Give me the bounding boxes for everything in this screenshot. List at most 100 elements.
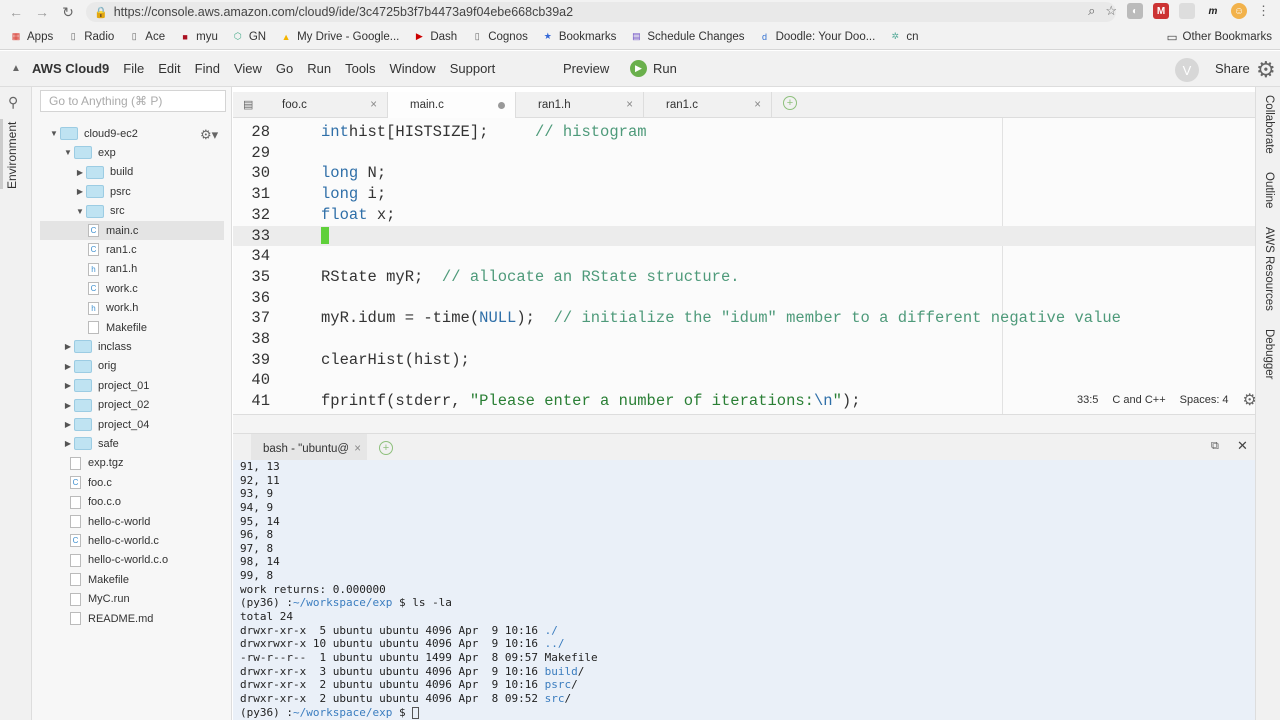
tree-item-hello-c-world-c-o[interactable]: hello-c-world.c.o	[70, 551, 168, 570]
back-icon[interactable]: ←	[5, 1, 27, 23]
expand-arrow-icon[interactable]: ▼	[62, 148, 74, 157]
expand-arrow-icon[interactable]: ▶	[62, 401, 74, 410]
bookmark-5[interactable]: ▲ My Drive - Google...	[280, 31, 400, 43]
bookmark-2[interactable]: ▯ Ace	[128, 31, 165, 43]
blank-extension-icon[interactable]	[1179, 3, 1195, 19]
bookmark-8[interactable]: ★ Bookmarks	[542, 31, 617, 43]
brand-menu[interactable]: AWS Cloud9	[32, 61, 109, 76]
goto-anything-input[interactable]: Go to Anything (⌘ P)	[40, 90, 226, 112]
tree-item-orig[interactable]: ▶ orig	[62, 357, 116, 376]
add-tab-icon[interactable]: +	[783, 96, 797, 110]
expand-arrow-icon[interactable]: ▶	[62, 420, 74, 429]
tree-item-foo-c[interactable]: Cfoo.c	[70, 473, 112, 492]
tree-item-safe[interactable]: ▶ safe	[62, 434, 119, 453]
avatar[interactable]: V	[1175, 58, 1199, 82]
tree-item-ran1-c[interactable]: Cran1.c	[88, 240, 137, 259]
bookmark-9[interactable]: ▤ Schedule Changes	[630, 31, 744, 43]
tree-item-makefile[interactable]: Makefile	[88, 318, 147, 337]
share-button[interactable]: Share	[1215, 61, 1250, 76]
bookmark-0[interactable]: ▦ Apps	[10, 31, 53, 43]
expand-arrow-icon[interactable]: ▶	[62, 342, 74, 351]
code-editor[interactable]: 28 inthist[HISTSIZE]; // histogram 29 30 lon…	[233, 118, 1255, 414]
menu-find[interactable]: Find	[195, 61, 220, 76]
menu-support[interactable]: Support	[450, 61, 496, 76]
other-bookmarks[interactable]: ▭ Other Bookmarks	[1167, 30, 1272, 44]
reload-icon[interactable]: ↻	[57, 1, 79, 23]
close-tab-icon[interactable]: ×	[370, 92, 377, 118]
maximize-icon[interactable]: ⧉	[1211, 440, 1219, 453]
tree-item-project-01[interactable]: ▶ project_01	[62, 376, 149, 395]
expand-arrow-icon[interactable]: ▶	[62, 381, 74, 390]
tab-foo-c[interactable]: foo.c ×	[260, 92, 388, 118]
tree-item-foo-c-o[interactable]: foo.c.o	[70, 493, 121, 512]
tree-item-myc-run[interactable]: MyC.run	[70, 590, 130, 609]
star-icon[interactable]: ☆	[1105, 3, 1117, 19]
menu-file[interactable]: File	[123, 61, 144, 76]
m-extension-icon[interactable]: m	[1205, 3, 1221, 19]
tree-item-main-c[interactable]: Cmain.c	[40, 221, 224, 240]
bookmark-1[interactable]: ▯ Radio	[67, 31, 115, 43]
run-button[interactable]: ▶ Run	[630, 60, 677, 77]
bookmark-3[interactable]: ■ myu	[179, 31, 217, 43]
menu-go[interactable]: Go	[276, 61, 293, 76]
menu-icon[interactable]: ⋮	[1257, 3, 1270, 19]
close-panel-icon[interactable]: ✕	[1237, 438, 1248, 454]
panel-splitter[interactable]	[233, 414, 1255, 434]
collapse-menu-icon[interactable]: ▲	[0, 63, 32, 74]
bookmark-10[interactable]: d Doodle: Your Doo...	[759, 31, 875, 43]
terminal-tab[interactable]: bash - "ubuntu@ ×	[251, 434, 367, 460]
right-tab-debugger[interactable]: Debugger	[1263, 329, 1275, 380]
tree-item-build[interactable]: ▶ build	[74, 163, 133, 182]
bookmark-7[interactable]: ▯ Cognos	[471, 31, 528, 43]
tree-item-hello-c-world[interactable]: hello-c-world	[70, 512, 150, 531]
extension-icon[interactable]: ◐	[1127, 3, 1143, 19]
expand-arrow-icon[interactable]: ▶	[74, 168, 86, 177]
preview-button[interactable]: Preview	[563, 61, 609, 76]
bookmark-6[interactable]: ▶ Dash	[413, 31, 457, 43]
tree-item-src[interactable]: ▼ src	[74, 202, 125, 221]
terminal[interactable]: 91, 13 92, 11 93, 9 94, 9 95, 14 96, 8 97, 8 98…	[233, 460, 1255, 720]
expand-arrow-icon[interactable]: ▼	[74, 207, 86, 216]
tab-main-c[interactable]: main.c	[388, 92, 516, 118]
tree-item-work-c[interactable]: Cwork.c	[88, 279, 138, 298]
search-icon[interactable]: ⚲	[8, 94, 18, 111]
zoom-icon[interactable]: ⌕	[1088, 3, 1095, 19]
close-tab-icon[interactable]: ×	[626, 92, 633, 118]
expand-arrow-icon[interactable]: ▶	[62, 439, 74, 448]
tree-item-project-02[interactable]: ▶ project_02	[62, 396, 149, 415]
cursor-position[interactable]: 33:5	[1077, 394, 1098, 406]
indent-setting[interactable]: Spaces: 4	[1180, 394, 1229, 406]
tree-item-psrc[interactable]: ▶ psrc	[74, 182, 131, 201]
menu-edit[interactable]: Edit	[158, 61, 180, 76]
tree-item-ran1-h[interactable]: h ran1.h	[88, 260, 137, 279]
tree-settings-gear-icon[interactable]: ⚙▾	[200, 127, 218, 143]
expand-arrow-icon[interactable]: ▼	[48, 129, 60, 138]
tree-item-project-04[interactable]: ▶ project_04	[62, 415, 149, 434]
tree-item-exp[interactable]: ▼ exp	[62, 143, 116, 162]
gmail-extension-icon[interactable]: M	[1153, 3, 1169, 19]
bookmark-11[interactable]: ✲ cn	[889, 31, 919, 43]
menu-window[interactable]: Window	[389, 61, 435, 76]
tree-item-exp-tgz[interactable]: exp.tgz	[70, 454, 123, 473]
forward-icon[interactable]: →	[31, 1, 53, 23]
close-tab-icon[interactable]: ×	[754, 92, 761, 118]
menu-view[interactable]: View	[234, 61, 262, 76]
tree-item-inclass[interactable]: ▶ inclass	[62, 337, 132, 356]
right-tab-outline[interactable]: Outline	[1263, 172, 1275, 208]
tree-item-cloud9-ec2[interactable]: ▼ cloud9-ec2	[48, 124, 138, 143]
menu-tools[interactable]: Tools	[345, 61, 375, 76]
expand-arrow-icon[interactable]: ▶	[74, 187, 86, 196]
profile-icon[interactable]: ☺	[1231, 3, 1247, 19]
add-terminal-icon[interactable]: +	[379, 441, 393, 455]
tab-ran1-h[interactable]: ran1.h ×	[516, 92, 644, 118]
menu-run[interactable]: Run	[307, 61, 331, 76]
tree-item-makefile[interactable]: Makefile	[70, 570, 129, 589]
right-tab-collaborate[interactable]: Collaborate	[1263, 95, 1275, 154]
tree-item-work-h[interactable]: h work.h	[88, 299, 138, 318]
address-bar[interactable]: 🔒 https://console.aws.amazon.com/cloud9/…	[86, 2, 1116, 22]
tab-ran1-c[interactable]: ran1.c ×	[644, 92, 772, 118]
tab-menu-icon[interactable]: ▤	[243, 98, 253, 111]
bookmark-4[interactable]: ⬡ GN	[232, 31, 266, 43]
expand-arrow-icon[interactable]: ▶	[62, 362, 74, 371]
language-mode[interactable]: C and C++	[1112, 394, 1165, 406]
